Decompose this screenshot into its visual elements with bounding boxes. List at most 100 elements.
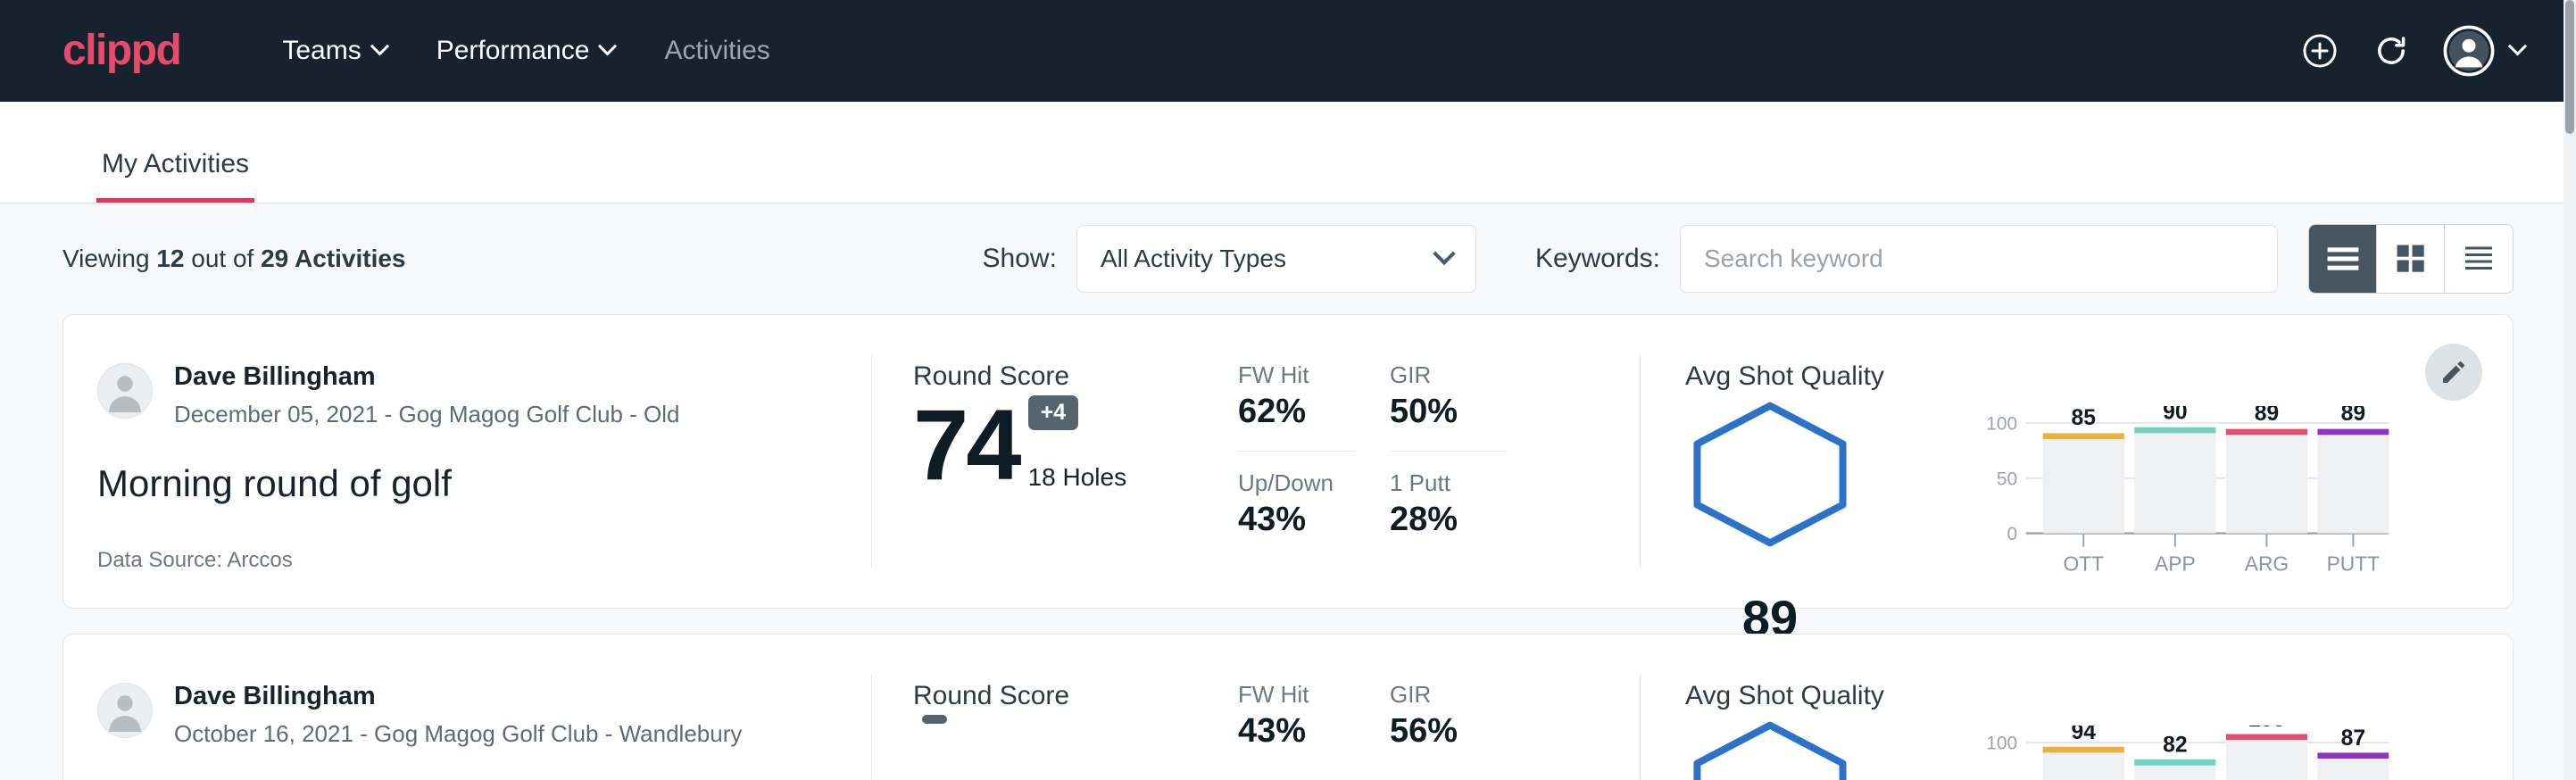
avatar (97, 683, 153, 738)
nav-actions (2300, 25, 2524, 77)
round-score-block: Round Score 74 +4 18 Holes (872, 315, 1229, 608)
compact-view-button[interactable] (2445, 225, 2513, 293)
view-mode-toggle-group (2308, 224, 2514, 294)
compact-view-icon (2463, 245, 2495, 272)
nav-item-performance[interactable]: Performance (411, 27, 640, 75)
plus-circle-icon[interactable] (2300, 31, 2339, 71)
activity-author: Dave Billingham December 05, 2021 - Gog … (97, 361, 871, 428)
avg-shot-quality-block: Avg Shot Quality 89 (1641, 315, 2513, 608)
chart-x-ticks (2083, 534, 2353, 547)
activity-meta: December 05, 2021 - Gog Magog Golf Club … (174, 401, 680, 428)
stat-gir-label: GIR (1390, 361, 1541, 389)
list-view-button[interactable] (2309, 225, 2377, 293)
stat-up-down: Up/Down 43% (1238, 469, 1390, 539)
nav-item-performance-label: Performance (436, 36, 590, 66)
quality-hexagon (1685, 720, 1873, 780)
viewing-count-text: Viewing 12 out of 29 Activities (62, 245, 406, 273)
divider (1238, 451, 1356, 452)
activity-list: Dave Billingham December 05, 2021 - Gog … (0, 314, 2576, 780)
page-scrollbar[interactable] (2564, 0, 2576, 780)
show-label: Show: (983, 244, 1057, 274)
activity-card[interactable]: Dave Billingham October 16, 2021 - Gog M… (62, 634, 2514, 780)
avg-shot-quality-label: Avg Shot Quality (1685, 681, 2463, 711)
chevron-down-icon (1433, 243, 1455, 265)
chevron-down-icon (2508, 37, 2527, 55)
shot-quality-bar-chart: 100 50 0 (1899, 406, 2463, 576)
holes-played: 18 Holes (1028, 463, 1127, 495)
viewing-count: 12 (156, 245, 184, 272)
search-keyword-box[interactable] (1680, 225, 2278, 293)
shot-quality-chart: 100 50 0 (1873, 401, 2463, 580)
svg-text:100: 100 (1986, 414, 2017, 435)
svg-text:OTT: OTT (2063, 552, 2104, 575)
svg-text:100: 100 (1986, 734, 2017, 754)
stat-one-putt-value: 28% (1390, 501, 1541, 539)
divider (1390, 451, 1508, 452)
svg-text:85: 85 (2072, 406, 2097, 430)
grid-view-button[interactable] (2377, 225, 2445, 293)
stat-gir: GIR 56% (1390, 681, 1541, 751)
shot-quality-bar-chart: 100 50 0 (1899, 726, 2463, 780)
account-menu[interactable] (2443, 25, 2524, 77)
filter-toolbar: Viewing 12 out of 29 Activities Show: Al… (0, 203, 2576, 314)
stat-fw-hit-value: 43% (1238, 712, 1390, 751)
nav-item-activities-label: Activities (664, 36, 769, 66)
stat-column-left: FW Hit 62% Up/Down 43% (1238, 361, 1390, 608)
svg-text:90: 90 (2163, 406, 2187, 424)
clippd-logo[interactable]: clippd (62, 29, 180, 72)
chevron-down-icon (370, 37, 389, 55)
chart-x-ticklabels: OTT APP ARG PUTT (2063, 552, 2380, 575)
svg-text:89: 89 (2341, 406, 2365, 426)
stat-fw-hit-label: FW Hit (1238, 681, 1390, 709)
round-score-label: Round Score (913, 681, 1229, 711)
stat-one-putt: 1 Putt 28% (1390, 469, 1541, 539)
scrollbar-thumb[interactable] (2565, 0, 2574, 134)
stat-gir: GIR 50% (1390, 361, 1541, 431)
person-icon (98, 683, 152, 737)
chart-y-ticklabels: 100 50 0 (1986, 734, 2017, 780)
round-score-value-row: 74 +4 18 Holes (913, 395, 1229, 495)
chart-bars (2043, 427, 2389, 534)
keywords-label: Keywords: (1535, 244, 1660, 274)
activity-author: Dave Billingham October 16, 2021 - Gog M… (97, 681, 871, 748)
avg-shot-quality-label: Avg Shot Quality (1685, 361, 2463, 392)
tab-my-activities[interactable]: My Activities (96, 149, 254, 203)
svg-text:89: 89 (2255, 406, 2279, 426)
activity-type-select[interactable]: All Activity Types (1076, 225, 1476, 293)
author-name: Dave Billingham (174, 681, 742, 711)
refresh-icon[interactable] (2372, 31, 2411, 71)
activity-type-select-value: All Activity Types (1101, 245, 1436, 273)
svg-text:ARG: ARG (2245, 552, 2289, 575)
activity-data-source: Data Source: Arccos (97, 548, 871, 573)
tab-my-activities-label: My Activities (102, 149, 249, 178)
activity-summary: Dave Billingham December 05, 2021 - Gog … (63, 315, 871, 608)
avg-shot-quality-body: 89 100 50 0 (1685, 401, 2463, 580)
activity-title: Morning round of golf (97, 462, 871, 505)
stat-column-right: GIR 50% 1 Putt 28% (1390, 361, 1541, 608)
score-to-par-badge (922, 715, 947, 724)
svg-text:0: 0 (2007, 524, 2018, 544)
chart-value-labels: 85 90 89 89 (2072, 406, 2366, 430)
round-score-block: Round Score (872, 635, 1229, 780)
stat-fw-hit-value: 62% (1238, 393, 1390, 431)
nav-item-teams[interactable]: Teams (257, 27, 411, 75)
stat-column-right: GIR 56% (1390, 681, 1541, 780)
stat-up-down-value: 43% (1238, 501, 1390, 539)
round-score-value-row (913, 715, 1229, 780)
avg-shot-quality-body: 100 50 0 (1685, 720, 2463, 780)
stat-fw-hit: FW Hit 43% (1238, 681, 1390, 751)
round-stats-block: FW Hit 43% GIR 56% (1229, 635, 1640, 780)
search-input[interactable] (1704, 245, 2254, 273)
svg-text:82: 82 (2163, 733, 2187, 757)
activity-card[interactable]: Dave Billingham December 05, 2021 - Gog … (62, 314, 2514, 609)
author-name: Dave Billingham (174, 361, 680, 392)
person-icon (98, 363, 152, 418)
svg-text:50: 50 (1997, 469, 2017, 489)
svg-text:PUTT: PUTT (2327, 552, 2381, 575)
stat-gir-label: GIR (1390, 681, 1541, 709)
account-avatar-icon (2443, 25, 2495, 77)
nav-item-activities[interactable]: Activities (639, 27, 794, 75)
viewing-mid: out of (184, 245, 261, 272)
grid-view-icon (2396, 244, 2426, 274)
edit-activity-button[interactable] (2425, 344, 2482, 401)
